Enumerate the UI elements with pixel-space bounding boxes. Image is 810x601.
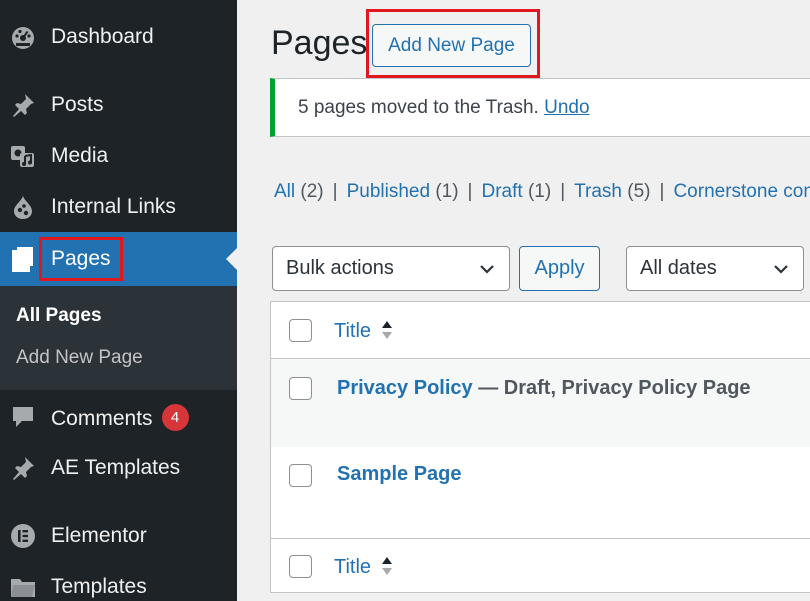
comments-label: Comments: [51, 406, 153, 430]
folder-icon: [10, 574, 36, 600]
filter-published[interactable]: Published: [347, 181, 430, 202]
sidebar-item-label: Comments 4: [51, 403, 189, 431]
trash-notice: 5 pages moved to the Trash. Undo: [270, 78, 810, 137]
notice-text: 5 pages moved to the Trash. Undo: [298, 97, 590, 119]
filter-separator: |: [560, 181, 566, 202]
undo-link[interactable]: Undo: [544, 97, 589, 118]
date-filter-select[interactable]: All dates: [626, 246, 804, 291]
filter-cornerstone[interactable]: Cornerstone con: [673, 181, 810, 202]
sidebar-item-media[interactable]: Media: [0, 134, 237, 178]
row-checkbox[interactable]: [289, 377, 312, 400]
page-title: Pages: [271, 24, 368, 62]
chevron-down-icon: [480, 265, 494, 274]
column-title-header[interactable]: Title: [334, 320, 371, 343]
notice-message: 5 pages moved to the Trash.: [298, 97, 539, 118]
sidebar-item-label: Templates: [51, 575, 147, 598]
admin-sidebar: Dashboard Posts Media Internal Links Pag…: [0, 0, 237, 601]
pin-icon: [10, 455, 36, 481]
sidebar-item-templates[interactable]: Templates: [0, 565, 237, 601]
sidebar-item-label: Elementor: [51, 524, 147, 547]
filter-separator: |: [332, 181, 338, 202]
sort-arrows-icon[interactable]: [381, 319, 393, 341]
page-state: — Draft, Privacy Policy Page: [472, 377, 751, 399]
sort-arrows-icon[interactable]: [381, 555, 393, 577]
sidebar-item-comments[interactable]: Comments 4: [0, 395, 237, 439]
filter-count: (1): [435, 181, 459, 202]
select-all-checkbox[interactable]: [289, 319, 312, 342]
sidebar-item-ae-templates[interactable]: AE Templates: [0, 446, 237, 490]
sidebar-item-internal-links[interactable]: Internal Links: [0, 185, 237, 229]
sidebar-item-label: Dashboard: [51, 25, 154, 48]
submenu-item-add-new-page[interactable]: Add New Page: [16, 347, 143, 369]
pages-table: Title Privacy Policy — Draft, Privacy Po…: [270, 301, 810, 593]
filter-separator: |: [659, 181, 665, 202]
submenu-item-all-pages[interactable]: All Pages: [16, 305, 102, 327]
filter-draft[interactable]: Draft: [481, 181, 522, 202]
main-content: Pages Add New Page 5 pages moved to the …: [237, 0, 810, 601]
sidebar-item-label: Posts: [51, 93, 104, 116]
internal-links-icon: [10, 194, 36, 220]
table-footer-row: Title: [271, 538, 810, 592]
sidebar-item-label: Pages: [51, 247, 111, 270]
dashboard-icon: [10, 24, 36, 50]
sidebar-item-label: AE Templates: [51, 456, 181, 479]
table-row: Privacy Policy — Draft, Privacy Policy P…: [271, 358, 810, 447]
pin-icon: [10, 92, 36, 118]
row-checkbox[interactable]: [289, 464, 312, 487]
sidebar-item-elementor[interactable]: Elementor: [0, 514, 237, 558]
select-all-checkbox-footer[interactable]: [289, 555, 312, 578]
bulk-actions-value: Bulk actions: [286, 257, 394, 279]
sidebar-item-pages[interactable]: Pages: [0, 232, 237, 286]
sidebar-item-label: Internal Links: [51, 195, 176, 218]
filter-count: (5): [627, 181, 651, 202]
elementor-icon: [10, 523, 36, 549]
comment-count-badge: 4: [161, 403, 189, 431]
row-title: Privacy Policy — Draft, Privacy Policy P…: [337, 377, 751, 400]
apply-button[interactable]: Apply: [519, 246, 600, 291]
chevron-down-icon: [774, 265, 788, 274]
media-icon: [10, 143, 36, 169]
status-filter-links: All (2) | Published (1) | Draft (1) | Trash (5…: [274, 181, 810, 203]
add-new-page-button[interactable]: Add New Page: [372, 24, 531, 67]
bulk-actions-select[interactable]: Bulk actions: [272, 246, 510, 291]
sidebar-item-label: Media: [51, 144, 109, 167]
page-title-link[interactable]: Sample Page: [337, 463, 462, 485]
filter-count: (2): [300, 181, 324, 202]
row-title: Sample Page: [337, 463, 462, 486]
pages-submenu: All Pages Add New Page: [0, 286, 237, 390]
filter-trash[interactable]: Trash: [574, 181, 622, 202]
table-header-row: Title: [271, 302, 810, 358]
column-title-footer[interactable]: Title: [334, 556, 371, 579]
filter-count: (1): [527, 181, 552, 202]
sidebar-item-dashboard[interactable]: Dashboard: [0, 15, 237, 59]
page-title-link[interactable]: Privacy Policy: [337, 377, 473, 399]
table-row: Sample Page: [271, 447, 810, 538]
pages-icon: [10, 246, 36, 272]
comments-icon: [10, 404, 36, 430]
filter-separator: |: [467, 181, 473, 202]
sidebar-item-posts[interactable]: Posts: [0, 83, 237, 127]
date-filter-value: All dates: [640, 257, 717, 279]
filter-all[interactable]: All: [274, 181, 295, 202]
